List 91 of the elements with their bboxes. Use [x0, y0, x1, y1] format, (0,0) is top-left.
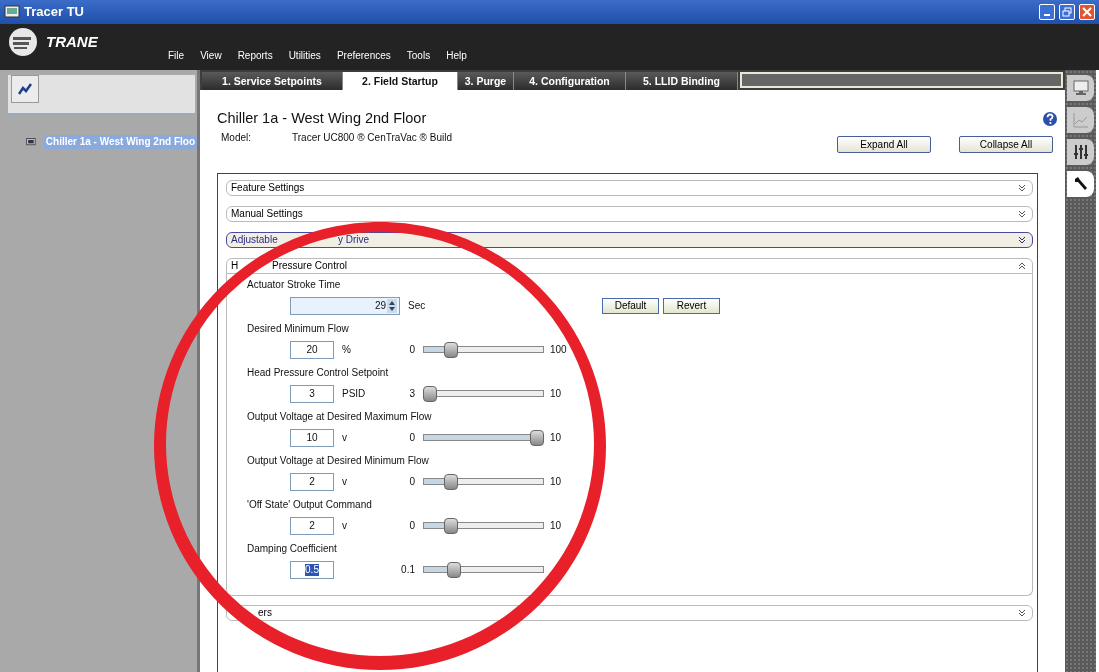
- unit-label: v: [341, 476, 348, 489]
- input-field[interactable]: 2: [290, 473, 334, 492]
- spin-field[interactable]: 29: [290, 297, 400, 316]
- field-label: 'Off State' Output Command: [247, 499, 373, 513]
- expand-icon: [1018, 210, 1026, 219]
- model-value: Tracer UC800 ® CenTraVac ® Build: [292, 132, 452, 145]
- menu-item[interactable]: File: [168, 50, 185, 62]
- close-icon: [1082, 7, 1092, 17]
- slider-min-label: 0: [408, 520, 415, 533]
- close-button[interactable]: [1079, 4, 1095, 20]
- tab[interactable]: 5. LLID Binding: [626, 72, 738, 90]
- app-icon: [4, 5, 20, 19]
- unit-label: v: [341, 432, 348, 445]
- minimize-button[interactable]: [1039, 4, 1055, 20]
- logo-text: TRANE: [46, 33, 98, 51]
- window-title: Tracer TU: [24, 4, 84, 20]
- menu-item[interactable]: Utilities: [288, 50, 321, 62]
- field-label: Head Pressure Control Setpoint: [247, 367, 390, 381]
- side-tab[interactable]: [1067, 171, 1094, 197]
- revert-button[interactable]: Revert: [663, 298, 720, 315]
- sliders-icon: [1071, 143, 1090, 161]
- restore-icon: [1062, 7, 1072, 17]
- slider-max-label: 10: [550, 388, 562, 401]
- menu-item[interactable]: Reports: [237, 50, 273, 62]
- slider-thumb[interactable]: [446, 562, 461, 579]
- tab[interactable]: 3. Purge: [458, 72, 514, 90]
- expand-icon: [1018, 236, 1026, 245]
- collapse-icon: [1018, 262, 1026, 271]
- slider[interactable]: [423, 342, 544, 359]
- slider[interactable]: [423, 518, 544, 535]
- slider-thumb[interactable]: [444, 342, 459, 359]
- help-icon[interactable]: [1043, 111, 1057, 126]
- model-label: Model:: [221, 132, 252, 145]
- slider-thumb[interactable]: [444, 518, 459, 535]
- restore-button[interactable]: [1059, 4, 1075, 20]
- section-header[interactable]: Manual Settings: [226, 206, 1033, 223]
- unit-label: PSID: [341, 388, 367, 401]
- unit-label: v: [341, 520, 348, 533]
- input-field[interactable]: 0.5: [290, 561, 334, 580]
- section-header[interactable]: Feature Settings: [226, 180, 1033, 197]
- unit-label: Sec: [407, 300, 427, 313]
- field-label: Desired Minimum Flow: [247, 323, 350, 337]
- input-field[interactable]: 2: [290, 517, 334, 536]
- tab[interactable]: 2. Field Startup: [343, 72, 458, 90]
- tab[interactable]: 1. Service Setpoints: [202, 72, 343, 90]
- monitor-icon: [26, 136, 36, 148]
- field-label: Output Voltage at Desired Minimum Flow: [247, 455, 430, 469]
- slider-max-label: 10: [550, 432, 562, 445]
- expand-icon: [1018, 609, 1026, 618]
- input-field[interactable]: 20: [290, 341, 334, 360]
- slider-thumb[interactable]: [423, 386, 437, 403]
- menu-item[interactable]: View: [200, 50, 222, 62]
- field-label: Output Voltage at Desired Maximum Flow: [247, 411, 433, 425]
- menu-item[interactable]: Preferences: [336, 50, 391, 62]
- section-header[interactable]: H Pressure Control: [226, 258, 1033, 275]
- expand-all-button[interactable]: Expand All: [837, 136, 931, 154]
- collapse-all-button[interactable]: Collapse All: [959, 136, 1053, 154]
- monitor-icon: [1071, 79, 1090, 97]
- tab[interactable]: 4. Configuration: [514, 72, 626, 90]
- slider[interactable]: [423, 474, 544, 491]
- slider[interactable]: [423, 430, 544, 447]
- line-chart-icon: [1071, 111, 1090, 129]
- expand-icon: [1018, 184, 1026, 193]
- input-field[interactable]: 3: [290, 385, 334, 404]
- default-button[interactable]: Default: [602, 298, 659, 315]
- trend-icon: [18, 83, 32, 95]
- slider-min-label: 0: [408, 476, 415, 489]
- slider-min-label: 0: [408, 432, 415, 445]
- trend-button[interactable]: [11, 75, 39, 103]
- input-field[interactable]: 10: [290, 429, 334, 448]
- slider[interactable]: [423, 562, 544, 579]
- slider-min-label: 0: [408, 344, 415, 357]
- slider-min-label: 0.1: [400, 564, 415, 577]
- logo-icon: [8, 27, 38, 57]
- page-title: Chiller 1a - West Wing 2nd Floor: [217, 110, 427, 128]
- slider-thumb[interactable]: [444, 474, 459, 491]
- unit-label: %: [341, 344, 352, 357]
- slider-max-label: 10: [550, 476, 562, 489]
- slider-max-label: 100: [550, 344, 567, 357]
- field-label: Damping Coefficient: [247, 543, 338, 557]
- spin-arrows-icon: [387, 299, 397, 314]
- side-tab[interactable]: [1067, 139, 1094, 165]
- slider-min-label: 3: [408, 388, 415, 401]
- field-label: Actuator Stroke Time: [247, 279, 342, 293]
- section-header[interactable]: ers: [226, 605, 1033, 622]
- menu-item[interactable]: Tools: [406, 50, 431, 62]
- slider-max-label: 10: [550, 520, 562, 533]
- section-header[interactable]: Adjustable y Drive: [226, 232, 1033, 249]
- slider-thumb[interactable]: [530, 430, 544, 447]
- slider[interactable]: [423, 386, 544, 403]
- menu-item[interactable]: Help: [446, 50, 467, 62]
